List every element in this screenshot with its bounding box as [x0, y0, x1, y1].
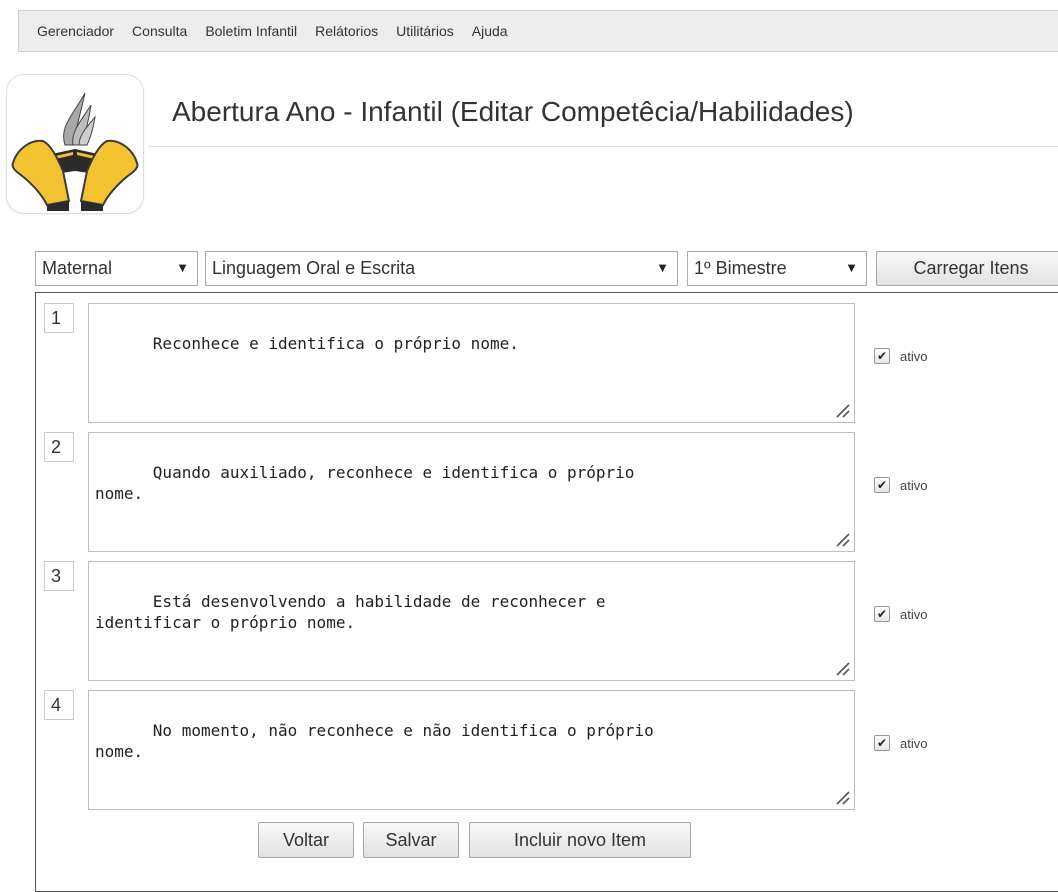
item-text-area[interactable]: Está desenvolvendo a habilidade de recon… — [88, 561, 855, 681]
app-logo — [6, 74, 144, 214]
period-select[interactable]: 1º Bimestre ▼ — [687, 251, 867, 286]
chevron-down-icon: ▼ — [656, 260, 669, 275]
menu-consulta[interactable]: Consulta — [132, 23, 187, 39]
period-select-value: 1º Bimestre — [694, 258, 787, 278]
item-text: Quando auxiliado, reconhece e identifica… — [95, 463, 635, 503]
resize-grip-icon[interactable] — [834, 789, 850, 805]
page-title: Abertura Ano - Infantil (Editar Competêc… — [172, 96, 854, 127]
active-label: ativo — [900, 348, 928, 364]
active-toggle[interactable]: ✔ ativo — [874, 606, 927, 622]
active-label: ativo — [900, 606, 928, 622]
checkbox-checked-icon[interactable]: ✔ — [874, 735, 890, 751]
active-toggle[interactable]: ✔ ativo — [874, 477, 927, 493]
resize-grip-icon[interactable] — [834, 660, 850, 676]
chevron-down-icon: ▼ — [176, 260, 189, 275]
menu-bar: Gerenciador Consulta Boletim Infantil Re… — [18, 10, 1058, 52]
item-number[interactable]: 1 — [44, 303, 74, 333]
resize-grip-icon[interactable] — [834, 402, 850, 418]
hands-book-flame-icon — [11, 92, 139, 211]
title-divider — [148, 146, 1058, 147]
checkbox-checked-icon[interactable]: ✔ — [874, 348, 890, 364]
level-select[interactable]: Maternal ▼ — [35, 251, 198, 286]
subject-select-value: Linguagem Oral e Escrita — [212, 258, 416, 278]
menu-gerenciador[interactable]: Gerenciador — [37, 23, 114, 39]
chevron-down-icon: ▼ — [845, 260, 858, 275]
level-select-value: Maternal — [42, 258, 113, 278]
item-text: No momento, não reconhece e não identifi… — [95, 721, 654, 761]
menu-relatorios[interactable]: Relátorios — [315, 23, 378, 39]
active-label: ativo — [900, 477, 928, 493]
menu-ajuda[interactable]: Ajuda — [472, 23, 508, 39]
list-item: 2 Quando auxiliado, reconhece e identifi… — [36, 422, 1058, 552]
list-item: 3 Está desenvolvendo a habilidade de rec… — [36, 551, 1058, 681]
item-number[interactable]: 4 — [44, 690, 74, 720]
active-label: ativo — [900, 735, 928, 751]
item-text-area[interactable]: Reconhece e identifica o próprio nome. — [88, 303, 855, 423]
resize-grip-icon[interactable] — [834, 531, 850, 547]
item-number[interactable]: 3 — [44, 561, 74, 591]
checkbox-checked-icon[interactable]: ✔ — [874, 606, 890, 622]
load-items-button[interactable]: Carregar Itens — [876, 251, 1058, 286]
item-text: Reconhece e identifica o próprio nome. — [152, 334, 519, 353]
item-text-area[interactable]: Quando auxiliado, reconhece e identifica… — [88, 432, 855, 552]
save-button[interactable]: Salvar — [363, 822, 459, 858]
add-item-button[interactable]: Incluir novo Item — [469, 822, 691, 858]
item-text-area[interactable]: No momento, não reconhece e não identifi… — [88, 690, 855, 810]
menu-boletim-infantil[interactable]: Boletim Infantil — [205, 23, 297, 39]
item-number[interactable]: 2 — [44, 432, 74, 462]
subject-select[interactable]: Linguagem Oral e Escrita ▼ — [205, 251, 678, 286]
menu-utilitarios[interactable]: Utilitários — [396, 23, 454, 39]
back-button[interactable]: Voltar — [258, 822, 354, 858]
list-item: 1 Reconhece e identifica o próprio nome.… — [36, 293, 1058, 423]
item-text: Está desenvolvendo a habilidade de recon… — [95, 592, 606, 632]
active-toggle[interactable]: ✔ ativo — [874, 735, 927, 751]
list-item: 4 No momento, não reconhece e não identi… — [36, 680, 1058, 810]
items-panel: 1 Reconhece e identifica o próprio nome.… — [35, 292, 1058, 892]
active-toggle[interactable]: ✔ ativo — [874, 348, 927, 364]
checkbox-checked-icon[interactable]: ✔ — [874, 477, 890, 493]
